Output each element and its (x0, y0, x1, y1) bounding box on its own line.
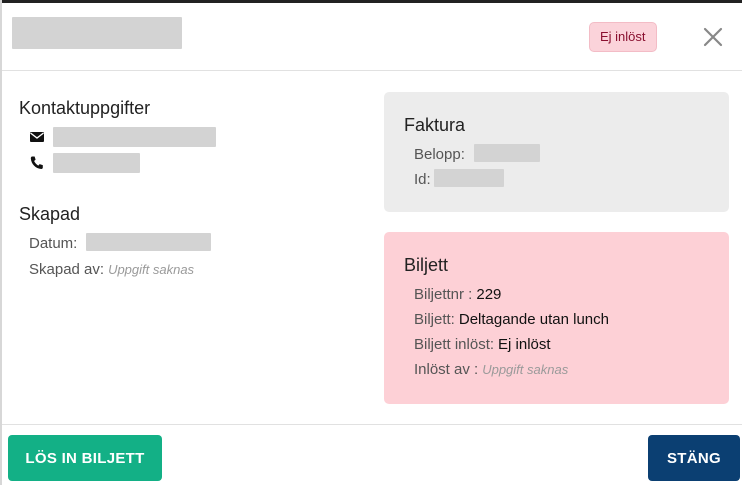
ticket-redeemed-label: Biljett inlöst: (414, 336, 495, 353)
phone-icon (29, 155, 45, 176)
redacted-date (86, 233, 211, 251)
ticket-type-row: Biljett: Deltagande utan lunch (414, 311, 609, 328)
close-button[interactable]: STÄNG (648, 435, 740, 481)
ticket-redeemed-row: Biljett inlöst: Ej inlöst (414, 336, 551, 353)
contact-section-title: Kontaktuppgifter (19, 98, 151, 118)
redacted-name (12, 17, 182, 49)
status-badge: Ej inlöst (589, 22, 657, 52)
ticket-number-label: Biljettnr : (414, 286, 473, 303)
invoice-id-label: Id: (414, 171, 431, 188)
redeem-ticket-button[interactable]: LÖS IN BILJETT (8, 435, 162, 481)
ticket-card: Biljett Biljettnr :229 Biljett: Deltagand… (384, 232, 729, 404)
close-icon[interactable] (702, 26, 724, 48)
ticket-redeemed-by-row: Inlöst av : Uppgift saknas (414, 361, 568, 378)
invoice-title: Faktura (404, 115, 466, 135)
ticket-type-label: Biljett: (414, 311, 455, 328)
created-date-label: Datum: (29, 235, 78, 252)
redacted-amount (474, 144, 540, 162)
phone-row (29, 155, 45, 176)
created-by-value: Uppgift saknas (108, 262, 195, 277)
created-by-row: Skapad av: Uppgift saknas (29, 261, 194, 278)
ticket-redeemed-value: Ej inlöst (498, 336, 551, 353)
redacted-invoice-id (434, 169, 504, 187)
ticket-number-row: Biljettnr :229 (414, 286, 501, 303)
invoice-card: Faktura Belopp: Id: (384, 92, 729, 212)
ticket-type-value: Deltagande utan lunch (458, 311, 609, 328)
ticket-dialog: Ej inlöst Kontaktuppgifter Skapad Datum:… (0, 0, 742, 485)
invoice-amount-label: Belopp: (414, 146, 465, 163)
ticket-number-value: 229 (476, 286, 502, 303)
email-row (29, 129, 45, 150)
created-section-title: Skapad (19, 204, 81, 224)
ticket-title: Biljett (404, 255, 449, 275)
ticket-redeemed-by-label: Inlöst av : (414, 361, 479, 378)
ticket-redeemed-by-value: Uppgift saknas (482, 362, 569, 377)
dialog-footer: LÖS IN BILJETT STÄNG (2, 424, 742, 485)
dialog-header: Ej inlöst (2, 3, 742, 71)
email-icon (29, 129, 45, 150)
redacted-phone (53, 153, 140, 173)
created-by-label: Skapad av: (29, 261, 105, 278)
redacted-email (53, 127, 216, 147)
